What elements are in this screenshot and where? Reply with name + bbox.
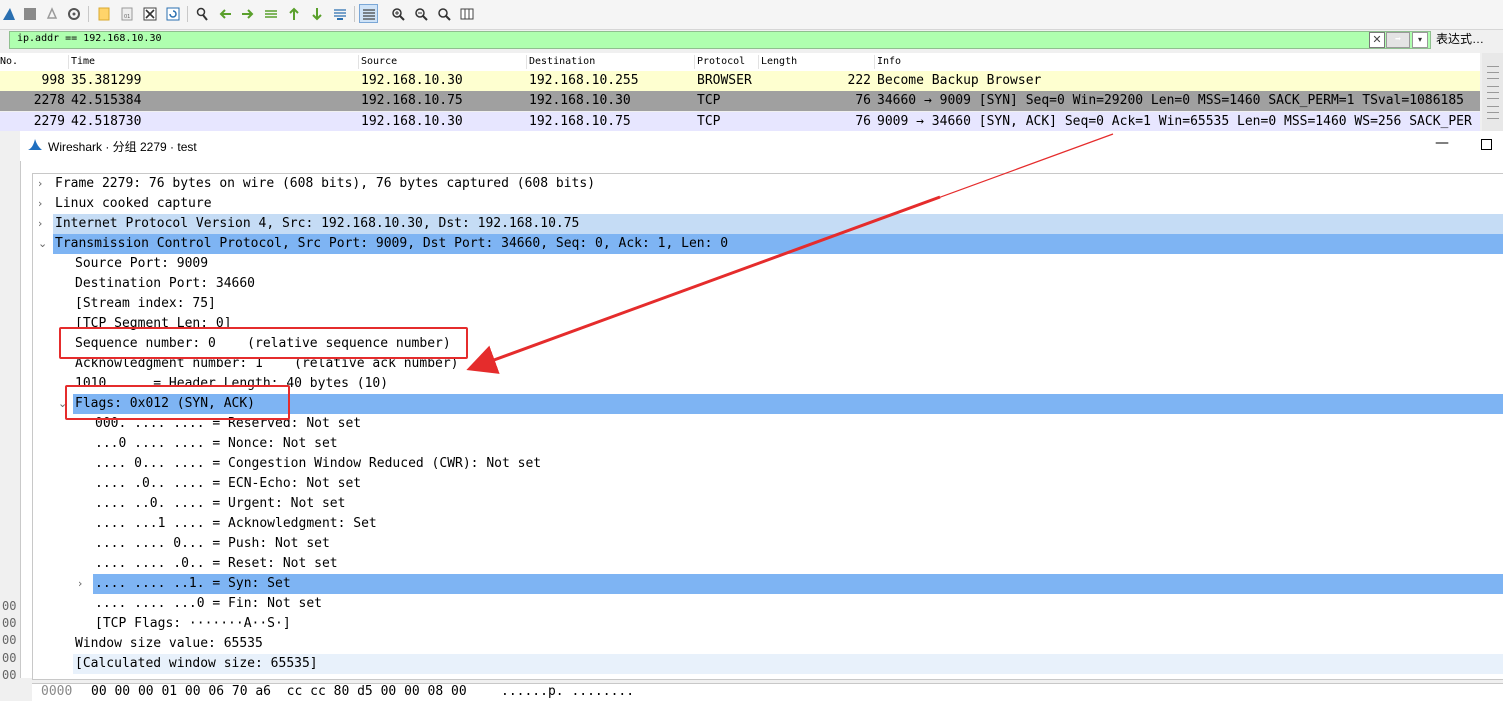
annotation-arrow — [466, 133, 1114, 374]
arrow-thick-segment — [466, 195, 941, 374]
